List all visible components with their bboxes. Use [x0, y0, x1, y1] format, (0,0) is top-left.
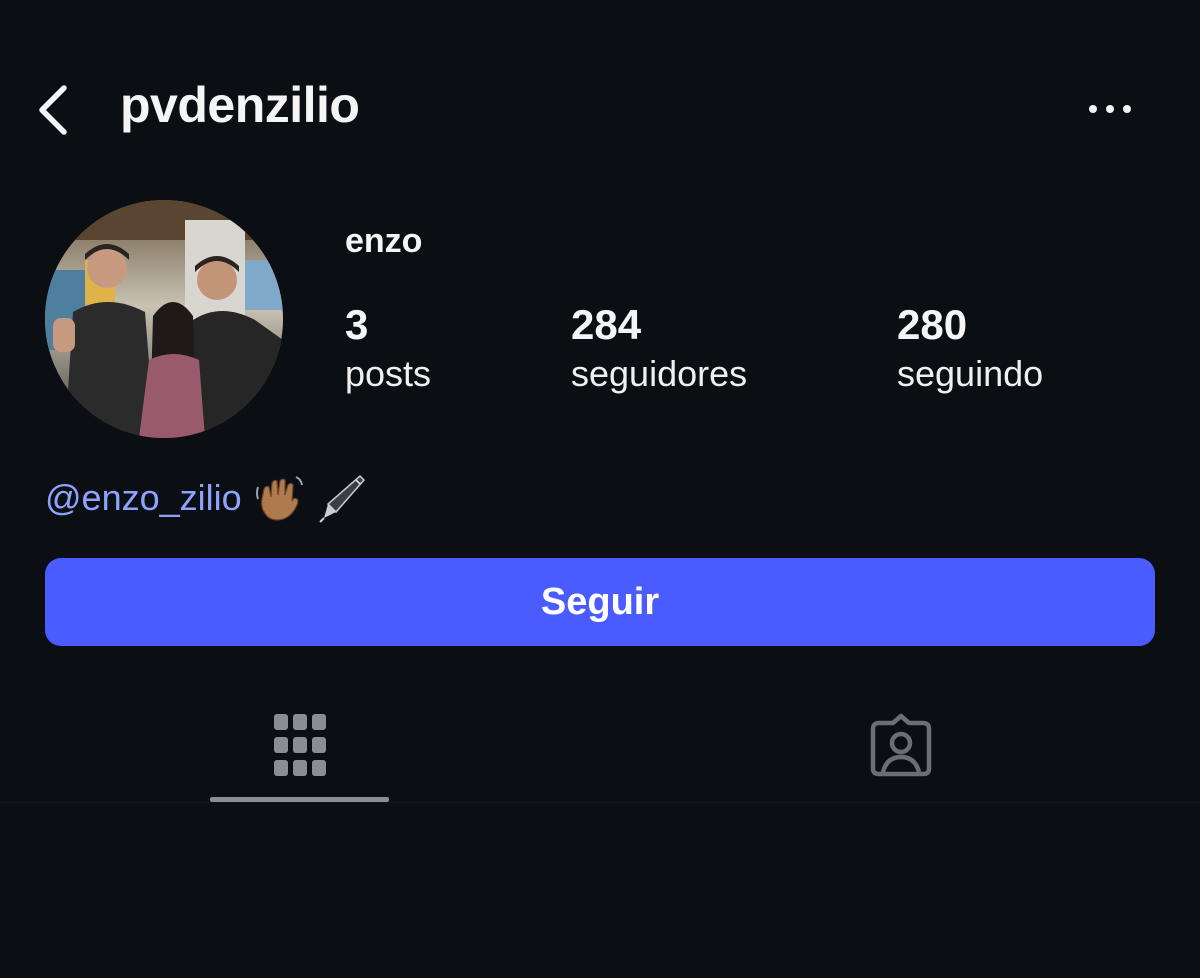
profile-bio: @enzo_zilio [45, 470, 368, 526]
grid-icon [273, 714, 326, 776]
avatar-photo [45, 200, 283, 438]
stat-posts-label: posts [345, 353, 432, 394]
tab-tagged[interactable] [811, 690, 990, 800]
back-button[interactable] [30, 80, 80, 140]
chevron-left-icon [39, 85, 67, 135]
more-options-button[interactable] [1082, 94, 1142, 124]
profile-avatar[interactable] [45, 200, 283, 438]
stat-posts[interactable]: 3 posts [345, 300, 431, 398]
tagged-person-icon [870, 713, 931, 777]
stat-followers-value: 284 [571, 301, 642, 348]
display-name: enzo [345, 222, 423, 260]
profile-header: pvdenzilio [0, 60, 1200, 160]
stat-following-value: 280 [897, 301, 968, 348]
tab-posts-grid[interactable] [210, 690, 389, 800]
stat-following-label: seguindo [897, 353, 1044, 394]
stat-following[interactable]: 280 seguindo [897, 300, 1043, 398]
tabs-divider [0, 802, 1200, 803]
follow-button[interactable]: Seguir [45, 558, 1155, 646]
fountain-pen-icon [318, 474, 365, 523]
ellipsis-icon [1089, 105, 1131, 113]
stat-followers-label: seguidores [571, 353, 748, 394]
bio-mention-link[interactable]: @enzo_zilio [45, 477, 242, 519]
waving-hand-icon [255, 476, 303, 521]
stat-posts-value: 3 [345, 301, 369, 348]
stat-followers[interactable]: 284 seguidores [571, 300, 747, 398]
profile-username: pvdenzilio [120, 77, 360, 133]
